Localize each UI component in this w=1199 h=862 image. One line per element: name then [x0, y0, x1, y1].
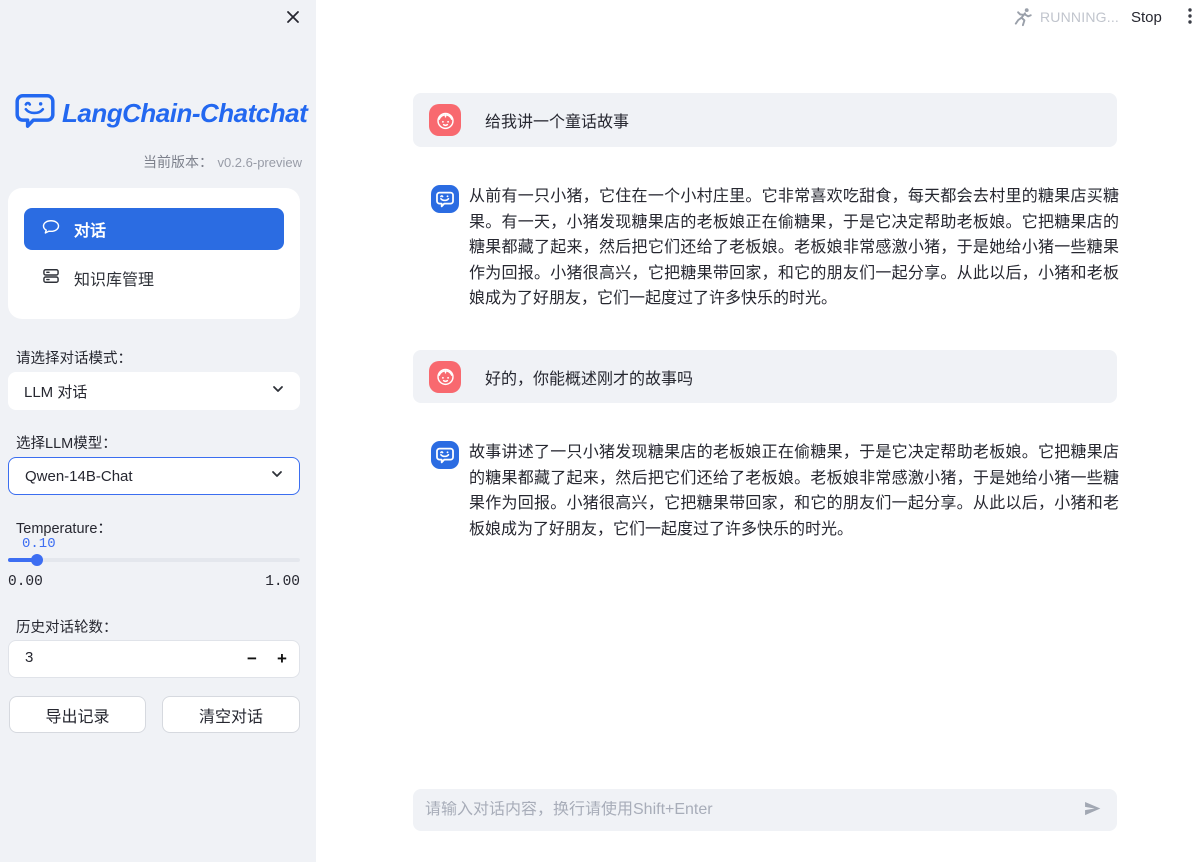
- clear-dialogue-button[interactable]: 清空对话: [162, 696, 300, 733]
- vertical-ellipsis-icon: [1181, 6, 1199, 29]
- version-value: v0.2.6-preview: [217, 155, 302, 170]
- temperature-slider[interactable]: [8, 558, 300, 562]
- user-avatar: [429, 361, 461, 393]
- app-window: LangChain-Chatchat 当前版本： v0.2.6-preview …: [0, 0, 1199, 862]
- dialogue-mode-value: LLM 对话: [24, 381, 270, 402]
- chat-message-assistant: 故事讲述了一只小猪发现糖果店的老板娘正在偷糖果，于是它决定帮助老板娘。它把糖果店…: [413, 428, 1117, 553]
- server-stack-icon: [41, 266, 61, 291]
- temperature-label: Temperature：: [16, 517, 112, 538]
- chevron-down-icon: [269, 466, 285, 487]
- message-text: 从前有一只小猪，它住在一个小村庄里。它非常喜欢吃甜食，每天都会去村里的糖果店买糖…: [469, 184, 1119, 312]
- version-label: 当前版本：: [143, 154, 213, 170]
- close-icon: [285, 9, 301, 28]
- status-running-text: RUNNING...: [1040, 9, 1119, 25]
- chat-input[interactable]: [425, 801, 1082, 819]
- nav-menu-card: 对话 知识库管理: [8, 188, 300, 319]
- llm-model-label: 选择LLM模型：: [16, 432, 117, 453]
- speech-bubble-icon: [41, 217, 61, 242]
- sidebar-item-dialogue[interactable]: 对话: [24, 208, 284, 250]
- decrement-button[interactable]: −: [237, 641, 267, 677]
- increment-button[interactable]: +: [267, 641, 297, 677]
- send-button[interactable]: [1082, 798, 1103, 822]
- sidebar: LangChain-Chatchat 当前版本： v0.2.6-preview …: [0, 0, 316, 862]
- stop-button[interactable]: Stop: [1125, 5, 1168, 30]
- app-logo: LangChain-Chatchat: [15, 92, 307, 135]
- export-history-button[interactable]: 导出记录: [9, 696, 146, 733]
- app-title: LangChain-Chatchat: [62, 98, 307, 129]
- dialogue-mode-label: 请选择对话模式：: [16, 347, 132, 368]
- sidebar-item-label: 对话: [74, 217, 106, 241]
- chat-message-user: 给我讲一个童话故事: [413, 93, 1117, 147]
- history-rounds-label: 历史对话轮数：: [16, 616, 118, 637]
- logo-chat-bubble-icon: [15, 92, 55, 135]
- llm-model-select[interactable]: Qwen-14B-Chat: [8, 457, 300, 495]
- slider-thumb[interactable]: [31, 554, 43, 566]
- overflow-menu-button[interactable]: [1180, 6, 1199, 28]
- dialogue-mode-select[interactable]: LLM 对话: [8, 372, 300, 410]
- assistant-avatar: [431, 185, 459, 213]
- assistant-avatar: [431, 441, 459, 469]
- sidebar-item-label: 知识库管理: [74, 266, 154, 290]
- sidebar-close-button[interactable]: [283, 8, 303, 28]
- history-rounds-input[interactable]: 3 − +: [8, 640, 300, 678]
- send-arrow-icon: [1082, 798, 1103, 822]
- chat-message-assistant: 从前有一只小猪，它住在一个小村庄里。它非常喜欢吃甜食，每天都会去村里的糖果店买糖…: [413, 172, 1117, 322]
- version-info: 当前版本： v0.2.6-preview: [16, 152, 302, 172]
- chat-input-bar: [413, 789, 1117, 831]
- sidebar-item-knowledge-base[interactable]: 知识库管理: [24, 257, 284, 299]
- running-man-icon: [1011, 6, 1034, 34]
- llm-model-value: Qwen-14B-Chat: [25, 468, 269, 485]
- chevron-down-icon: [270, 381, 286, 402]
- message-text: 故事讲述了一只小猪发现糖果店的老板娘正在偷糖果，于是它决定帮助老板娘。它把糖果店…: [469, 440, 1119, 542]
- chat-message-user: 好的，你能概述刚才的故事吗: [413, 350, 1117, 403]
- message-text: 好的，你能概述刚才的故事吗: [485, 365, 693, 389]
- temperature-max: 1.00: [16, 574, 300, 590]
- temperature-current-value: 0.10: [22, 536, 56, 552]
- message-text: 给我讲一个童话故事: [485, 108, 629, 132]
- user-avatar: [429, 104, 461, 136]
- history-rounds-value[interactable]: 3: [25, 649, 33, 666]
